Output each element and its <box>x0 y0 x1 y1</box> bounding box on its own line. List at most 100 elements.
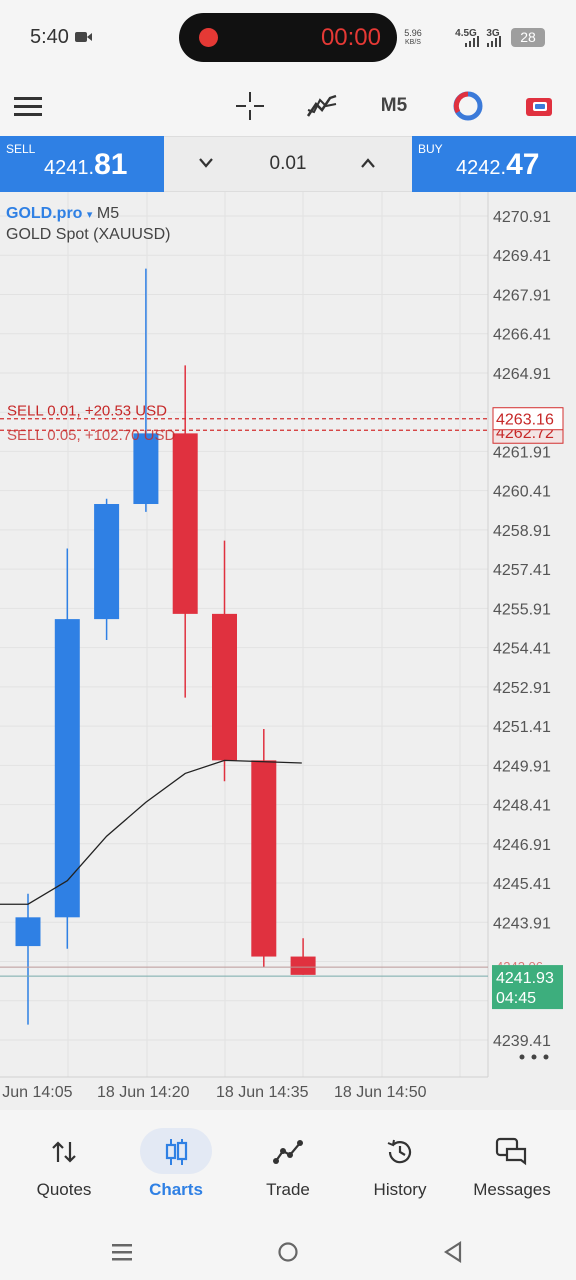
video-camera-icon <box>75 32 92 42</box>
price-tick-label: 4269.41 <box>493 248 551 265</box>
quotes-arrows-icon <box>8 1134 120 1170</box>
price-tick-label: 4248.41 <box>493 798 551 815</box>
record-dot-icon <box>199 28 218 47</box>
buy-price: 4242.47 <box>456 148 539 182</box>
buy-button[interactable]: BUY 4242.47 <box>412 136 576 192</box>
status-time: 5:40 <box>30 26 69 48</box>
time-axis: 18 Jun 14:05 18 Jun 14:20 18 Jun 14:35 18 J… <box>0 1084 427 1101</box>
crosshair-button[interactable] <box>230 76 270 136</box>
nav-charts[interactable]: Charts <box>120 1110 232 1220</box>
price-tick-label: 4252.91 <box>493 680 551 697</box>
nav-history[interactable]: History <box>344 1110 456 1220</box>
home-icon[interactable] <box>277 1241 299 1263</box>
account-button[interactable] <box>520 76 560 136</box>
price-tick-label: 4270.91 <box>493 209 551 226</box>
volume-selector: 0.01 <box>164 136 412 192</box>
timeframe-label: M5 <box>380 95 408 116</box>
bottom-navigation: Quotes Charts Trade History Messages <box>0 1110 576 1220</box>
price-tick-label: 4267.91 <box>493 287 551 304</box>
indicators-button[interactable] <box>302 76 342 136</box>
time-tick-label: 18 Jun 14:35 <box>216 1084 309 1101</box>
menu-button[interactable] <box>8 76 48 136</box>
buy-price-big: 47 <box>506 148 540 181</box>
price-tick-label: 4255.91 <box>493 601 551 618</box>
time-tick-label: 18 Jun 14:50 <box>334 1084 427 1101</box>
price-tick-label: 4246.91 <box>493 837 551 854</box>
nav-charts-label: Charts <box>149 1180 203 1199</box>
current-price-label: 4241.93 <box>496 970 554 987</box>
account-card-icon <box>526 98 552 116</box>
chevron-up-icon[interactable] <box>360 157 376 169</box>
app-logo-button[interactable] <box>448 76 488 136</box>
price-tick-label: 4257.41 <box>493 562 551 579</box>
position-label-2: SELL 0.05, +102.70 USD <box>7 427 175 444</box>
nav-trade-label: Trade <box>266 1180 310 1199</box>
bar-countdown-label: 04:45 <box>496 990 536 1007</box>
candle-body <box>54 619 80 918</box>
trade-line-icon <box>232 1134 344 1170</box>
signal-bars-icon <box>465 36 479 47</box>
price-axis: 4270.91 4269.41 4267.91 4266.41 4264.91 4261.… <box>493 209 551 1050</box>
charts-candles-icon <box>120 1134 232 1170</box>
sell-price: 4241.81 <box>44 148 127 182</box>
buy-label: BUY <box>418 142 443 156</box>
broker-logo-icon <box>453 91 483 121</box>
back-icon[interactable] <box>443 1241 463 1263</box>
sell-button[interactable]: SELL 4241.81 <box>0 136 164 192</box>
system-navigation-bar <box>0 1220 576 1280</box>
price-tick-label: 4239.41 <box>493 1033 551 1050</box>
net-speed-unit: KB/S <box>405 39 421 46</box>
messages-chat-icon <box>456 1134 568 1170</box>
position-price-label-1: 4263.16 <box>496 412 554 429</box>
price-tick-label: 4261.91 <box>493 444 551 461</box>
price-tick-label: 4266.41 <box>493 327 551 344</box>
chart-canvas[interactable]: SELL 0.01, +20.53 USD SELL 0.05, +102.70 … <box>0 192 576 1110</box>
indicator-wave-icon <box>306 94 337 117</box>
chart-timeframe: M5 <box>96 205 120 222</box>
price-tick-label: 4264.91 <box>493 366 551 383</box>
price-tick-label: 4243.91 <box>493 915 551 932</box>
price-chart[interactable]: SELL 0.01, +20.53 USD SELL 0.05, +102.70 … <box>0 192 576 1110</box>
net-speed: 5.96 KB/S <box>402 28 424 48</box>
history-clock-icon <box>344 1134 456 1170</box>
nav-messages[interactable]: Messages <box>456 1110 568 1220</box>
signal-bars-icon-2 <box>487 36 501 47</box>
status-bar: 5:40 00:00 5.96 KB/S 4.5G 3G 28 <box>0 0 576 76</box>
candle-body <box>290 956 316 975</box>
price-tick-label: 4254.41 <box>493 641 551 658</box>
more-options-dot <box>519 1054 525 1060</box>
more-options-dot <box>531 1054 537 1060</box>
recording-time: 00:00 <box>320 24 381 51</box>
candle-body <box>172 433 198 614</box>
nav-quotes-label: Quotes <box>36 1180 92 1199</box>
candle-body <box>15 917 41 947</box>
price-tick-label: 4251.41 <box>493 719 551 736</box>
net-speed-value: 5.96 <box>404 28 422 38</box>
battery-indicator: 28 <box>511 28 545 47</box>
time-tick-label: 18 Jun 14:20 <box>97 1084 190 1101</box>
price-tick-label: 4249.91 <box>493 758 551 775</box>
hamburger-icon <box>14 97 42 116</box>
candle-body <box>251 760 277 957</box>
nav-messages-label: Messages <box>473 1180 551 1199</box>
candle-body <box>212 613 237 761</box>
recent-apps-icon[interactable] <box>112 1242 132 1262</box>
crosshair-icon <box>236 92 264 120</box>
nav-history-label: History <box>373 1180 427 1199</box>
sell-price-prefix: 4241. <box>44 157 95 179</box>
chart-symbol-line: GOLD.pro ▾ M5 <box>6 205 119 223</box>
symbol-dropdown-icon: ▾ <box>86 209 93 221</box>
nav-quotes[interactable]: Quotes <box>8 1110 120 1220</box>
sell-label: SELL <box>6 142 36 156</box>
price-tick-label: 4260.41 <box>493 484 551 501</box>
price-tick-label: 4258.91 <box>493 523 551 540</box>
buy-price-prefix: 4242. <box>456 157 507 179</box>
nav-trade[interactable]: Trade <box>232 1110 344 1220</box>
candle-body <box>94 504 120 620</box>
chart-symbol[interactable]: GOLD.pro <box>6 205 82 222</box>
timeframe-button[interactable]: M5 <box>374 76 414 136</box>
price-tick-label: 4245.41 <box>493 876 551 893</box>
screen-recorder-pill[interactable]: 00:00 <box>179 13 397 62</box>
sell-price-big: 81 <box>94 148 128 181</box>
chart-toolbar: M5 <box>0 76 576 136</box>
